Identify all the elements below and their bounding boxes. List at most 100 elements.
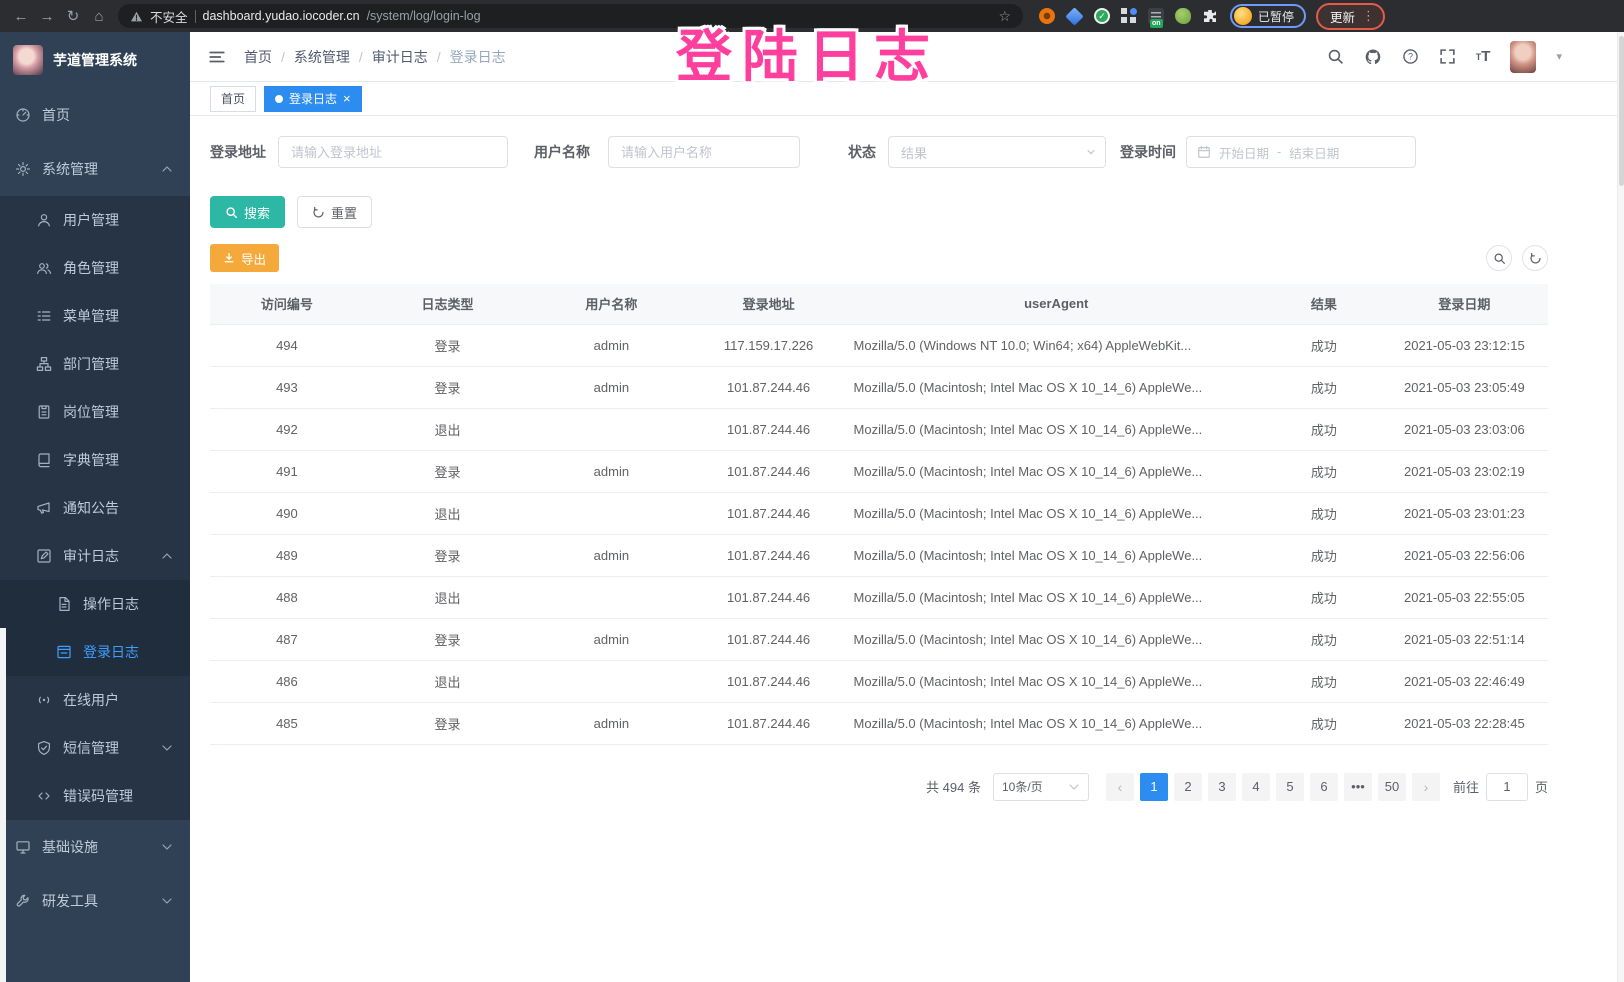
tab-首页[interactable]: 首页 — [210, 86, 256, 112]
login-time-range-picker[interactable]: 开始日期 - 结束日期 — [1186, 136, 1416, 168]
browser-profile-badge[interactable]: 已暂停 — [1230, 4, 1306, 28]
browser-menu-dots-icon[interactable]: ⋮ — [1362, 8, 1375, 24]
search-button[interactable]: 搜索 — [210, 196, 285, 228]
username-input[interactable] — [608, 136, 800, 168]
cell-type: 退出 — [364, 492, 531, 534]
sidebar-item-label: 基础设施 — [42, 837, 98, 857]
page-button-3[interactable]: 3 — [1208, 773, 1236, 801]
sidebar-scrollbar[interactable] — [0, 628, 6, 982]
cell-user — [531, 408, 692, 450]
extension-gem-icon[interactable] — [1065, 7, 1083, 25]
sidebar-item-用户管理[interactable]: 用户管理 — [0, 196, 190, 244]
page-scrollbar[interactable] — [1617, 32, 1624, 982]
page-button-50[interactable]: 50 — [1378, 773, 1406, 801]
extension-list-icon[interactable]: on — [1148, 8, 1164, 24]
cell-user_agent: Mozilla/5.0 (Macintosh; Intel Mac OS X 1… — [846, 408, 1267, 450]
github-icon[interactable] — [1364, 48, 1382, 66]
table-row: 490退出101.87.244.46Mozilla/5.0 (Macintosh… — [210, 492, 1548, 534]
user-avatar[interactable] — [1510, 41, 1536, 73]
breadcrumb: 首页/系统管理/审计日志/登录日志 — [244, 47, 506, 67]
breadcrumb-item-首页[interactable]: 首页 — [244, 47, 272, 67]
extension-plant-icon[interactable] — [1175, 8, 1191, 24]
extensions-tray: ✓ on — [1039, 8, 1218, 25]
update-label: 更新 — [1330, 7, 1355, 26]
help-icon[interactable]: ? — [1402, 48, 1419, 65]
breadcrumb-item-审计日志[interactable]: 审计日志 — [372, 47, 428, 67]
url-bar[interactable]: 不安全 dashboard.yudao.iocoder.cn/system/lo… — [118, 4, 1023, 28]
sidebar-item-研发工具[interactable]: 研发工具 — [0, 874, 190, 928]
app-window: 芋道管理系统 首页系统管理用户管理角色管理菜单管理部门管理岗位管理字典管理通知公… — [0, 32, 1624, 982]
login-address-input[interactable] — [278, 136, 508, 168]
sidebar-item-菜单管理[interactable]: 菜单管理 — [0, 292, 190, 340]
bookmark-star-icon[interactable]: ☆ — [998, 8, 1011, 25]
pagination: 共 494 条10条/页‹123456•••50›前往页 — [210, 773, 1548, 801]
export-button[interactable]: 导出 — [210, 244, 279, 272]
close-icon[interactable]: × — [343, 92, 351, 105]
page-button-6[interactable]: 6 — [1310, 773, 1338, 801]
extensions-puzzle-icon[interactable] — [1202, 8, 1218, 24]
cell-result: 成功 — [1267, 660, 1381, 702]
browser-update-button[interactable]: 更新 ⋮ — [1316, 3, 1385, 30]
page-button-4[interactable]: 4 — [1242, 773, 1270, 801]
font-size-icon[interactable]: TT — [1476, 48, 1491, 65]
cell-ip: 101.87.244.46 — [692, 702, 846, 744]
browser-back-icon[interactable]: ← — [8, 4, 34, 28]
next-page-button[interactable]: › — [1412, 773, 1440, 801]
sidebar-item-首页[interactable]: 首页 — [0, 88, 190, 142]
scrollbar-thumb[interactable] — [1619, 36, 1624, 186]
sidebar-item-label: 菜单管理 — [63, 306, 119, 326]
sidebar-item-部门管理[interactable]: 部门管理 — [0, 340, 190, 388]
page-button-5[interactable]: 5 — [1276, 773, 1304, 801]
cell-user: admin — [531, 702, 692, 744]
sidebar-item-系统管理[interactable]: 系统管理 — [0, 142, 190, 196]
cell-date: 2021-05-03 23:01:23 — [1381, 492, 1548, 534]
user-icon — [36, 212, 52, 228]
hide-search-button[interactable] — [1486, 245, 1512, 271]
cell-type: 登录 — [364, 450, 531, 492]
cell-user_agent: Mozilla/5.0 (Macintosh; Intel Mac OS X 1… — [846, 576, 1267, 618]
sidebar-item-登录日志[interactable]: 登录日志 — [0, 628, 190, 676]
sidebar-item-字典管理[interactable]: 字典管理 — [0, 436, 190, 484]
prev-page-button[interactable]: ‹ — [1106, 773, 1134, 801]
column-header-用户名称: 用户名称 — [531, 284, 692, 324]
users-icon — [36, 260, 52, 276]
hamburger-icon[interactable] — [190, 32, 244, 81]
extension-grid-icon[interactable] — [1121, 8, 1137, 24]
breadcrumb-item-系统管理[interactable]: 系统管理 — [294, 47, 350, 67]
app-logo[interactable]: 芋道管理系统 — [0, 32, 190, 88]
sidebar-item-通知公告[interactable]: 通知公告 — [0, 484, 190, 532]
status-select[interactable]: 结果 — [888, 136, 1106, 168]
browser-forward-icon[interactable]: → — [34, 4, 60, 28]
goto-label: 前往 — [1453, 777, 1479, 796]
sidebar-item-岗位管理[interactable]: 岗位管理 — [0, 388, 190, 436]
sidebar-item-操作日志[interactable]: 操作日志 — [0, 580, 190, 628]
sidebar-item-角色管理[interactable]: 角色管理 — [0, 244, 190, 292]
tab-登录日志[interactable]: 登录日志× — [264, 86, 362, 112]
goto-page-input[interactable] — [1486, 773, 1528, 801]
sidebar-item-短信管理[interactable]: 短信管理 — [0, 724, 190, 772]
browser-chrome: ← → ↻ ⌂ 不安全 dashboard.yudao.iocoder.cn/s… — [0, 0, 1624, 32]
page-size-value: 10条/页 — [1002, 778, 1043, 795]
browser-reload-icon[interactable]: ↻ — [60, 4, 86, 28]
sidebar-item-错误码管理[interactable]: 错误码管理 — [0, 772, 190, 820]
sidebar-item-审计日志[interactable]: 审计日志 — [0, 532, 190, 580]
search-icon[interactable] — [1327, 48, 1344, 65]
page-button-1[interactable]: 1 — [1140, 773, 1168, 801]
extension-check-icon[interactable]: ✓ — [1094, 8, 1110, 24]
page-button-2[interactable]: 2 — [1174, 773, 1202, 801]
breadcrumb-separator: / — [281, 49, 285, 65]
sidebar-item-基础设施[interactable]: 基础设施 — [0, 820, 190, 874]
sidebar-item-在线用户[interactable]: 在线用户 — [0, 676, 190, 724]
page-size-select[interactable]: 10条/页 — [993, 773, 1089, 801]
reset-button[interactable]: 重置 — [297, 196, 372, 228]
cell-user: admin — [531, 618, 692, 660]
avatar-caret-icon[interactable]: ▾ — [1556, 50, 1562, 63]
cell-user — [531, 576, 692, 618]
refresh-button[interactable] — [1522, 245, 1548, 271]
more-pages-button[interactable]: ••• — [1344, 773, 1372, 801]
fullscreen-icon[interactable] — [1439, 48, 1456, 65]
browser-home-icon[interactable]: ⌂ — [86, 4, 112, 28]
extension-orange-icon[interactable] — [1039, 8, 1055, 24]
sidebar-item-label: 审计日志 — [63, 546, 119, 566]
notice-icon — [36, 500, 52, 516]
